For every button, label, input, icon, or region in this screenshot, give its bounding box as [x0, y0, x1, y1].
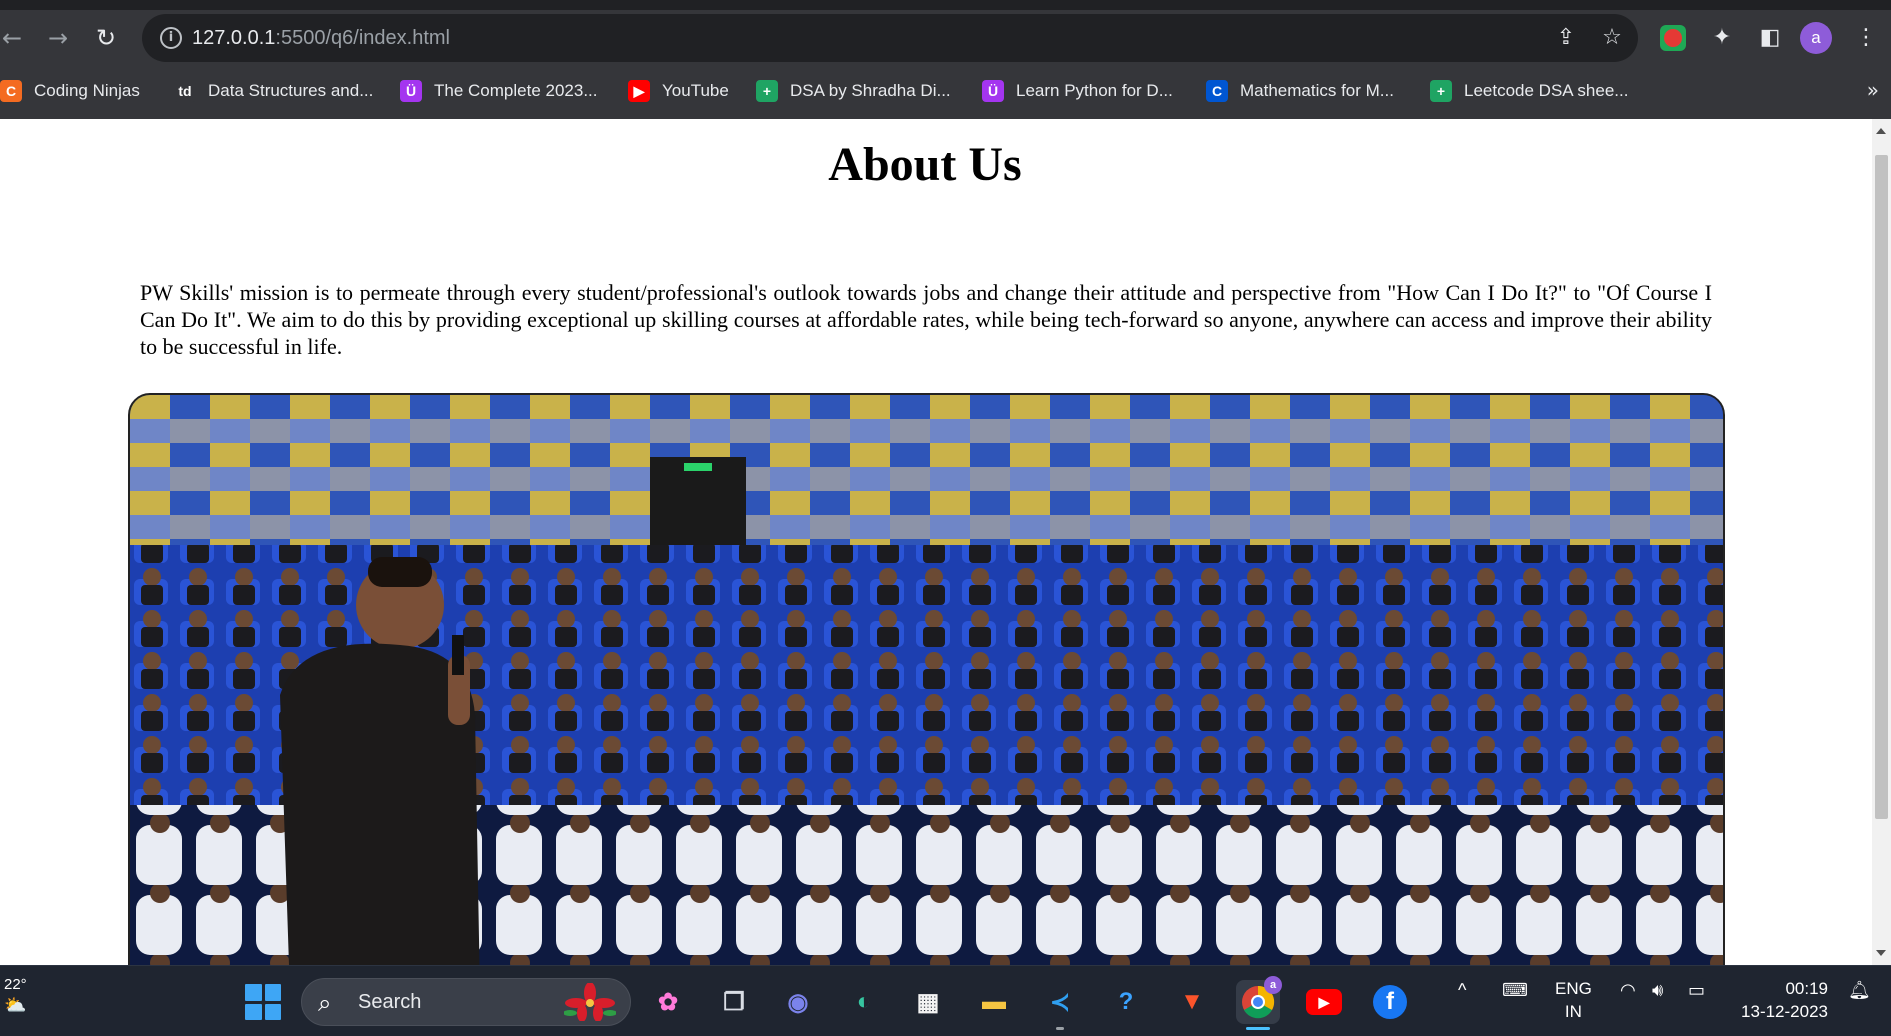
poinsettia-icon: [564, 983, 616, 1021]
task-view-icon[interactable]: ❐: [712, 980, 756, 1024]
bookmark-star-icon[interactable]: ☆: [1598, 24, 1626, 52]
youtube-icon: ▶: [628, 80, 650, 102]
facebook-icon[interactable]: f: [1368, 980, 1412, 1024]
system-clock[interactable]: 00:19 13-12-2023: [1736, 977, 1828, 1023]
bookmark-label: Coding Ninjas: [34, 81, 140, 100]
address-bar[interactable]: i 127.0.0.1:5500/q6/index.html ⇪ ☆: [142, 14, 1638, 62]
page-content: About Us PW Skills' mission is to permea…: [0, 119, 1872, 965]
start-windows-icon[interactable]: [245, 984, 281, 1020]
vertical-scrollbar[interactable]: [1872, 119, 1891, 965]
language-region: IN: [1564, 1002, 1582, 1021]
site-info-icon[interactable]: i: [160, 27, 182, 49]
bookmark-item[interactable]: Ü The Complete 2023...: [400, 78, 597, 104]
bookmark-label: Data Structures and...: [208, 81, 374, 100]
chrome-profile-badge: a: [1264, 976, 1282, 994]
bookmarks-bar: C Coding Ninjas td Data Structures and... Ü T…: [0, 70, 1891, 112]
help-icon[interactable]: ?: [1104, 980, 1148, 1024]
profile-avatar[interactable]: a: [1800, 22, 1832, 54]
browser-chrome: ← → ↻ i 127.0.0.1:5500/q6/index.html ⇪ ☆…: [0, 0, 1891, 119]
page-title: About Us: [828, 138, 1022, 191]
url-host: 127.0.0.1: [192, 27, 276, 49]
clock-date: 13-12-2023: [1741, 1002, 1828, 1021]
url-path: :5500/q6/index.html: [275, 27, 450, 49]
vscode-icon[interactable]: ≺: [1038, 980, 1082, 1030]
scrollbar-thumb[interactable]: [1875, 155, 1888, 819]
bookmark-item[interactable]: + DSA by Shradha Di...: [756, 78, 951, 104]
coursera-icon: C: [1206, 80, 1228, 102]
bookmark-label: Leetcode DSA shee...: [1464, 81, 1629, 100]
language-indicator[interactable]: ENG IN: [1555, 977, 1592, 1023]
battery-icon[interactable]: ▭: [1688, 980, 1705, 1001]
reload-icon[interactable]: ↻: [90, 22, 122, 54]
brave-icon[interactable]: ▼: [1170, 980, 1214, 1024]
extensions-puzzle-icon[interactable]: ✦: [1706, 22, 1738, 54]
weather-temp: 22°: [4, 976, 27, 993]
notification-bell-icon[interactable]: 🔔︎: [1848, 980, 1871, 1001]
windows-taskbar: 22° ⛅ ⌕ Search ✿ ❐ ◉ ◐ ▦ ▬ ≺ ? ▼ a ▶ f ^…: [0, 965, 1891, 1036]
clock-time: 00:19: [1785, 979, 1828, 998]
udemy-icon: Ü: [982, 80, 1004, 102]
weather-widget[interactable]: 22° ⛅: [4, 976, 27, 1016]
teams-chat-icon[interactable]: ◉: [776, 980, 820, 1024]
udemy-icon: Ü: [400, 80, 422, 102]
volume-icon[interactable]: 🔊︎: [1652, 980, 1663, 1001]
bookmark-label: YouTube: [662, 81, 729, 100]
bookmarks-overflow-icon[interactable]: »: [1867, 78, 1879, 102]
tab-strip: [0, 0, 1891, 10]
auditorium-photo-drawing: [130, 395, 1723, 965]
bookmark-item[interactable]: C Coding Ninjas: [0, 78, 140, 104]
search-label: Search: [358, 991, 422, 1013]
auditorium-photo: [128, 393, 1725, 965]
file-explorer-icon[interactable]: ▬: [972, 980, 1016, 1024]
sheets-icon: +: [1430, 80, 1452, 102]
td-icon: td: [174, 80, 196, 102]
youtube-app-icon[interactable]: ▶: [1302, 980, 1346, 1024]
bookmark-label: DSA by Shradha Di...: [790, 81, 951, 100]
browser-toolbar: ← → ↻ i 127.0.0.1:5500/q6/index.html ⇪ ☆…: [0, 10, 1891, 66]
mission-paragraph: PW Skills' mission is to permeate throug…: [140, 280, 1712, 359]
menu-kebab-icon[interactable]: ⋮: [1850, 22, 1882, 54]
bookmark-item[interactable]: td Data Structures and...: [174, 78, 373, 104]
search-icon: ⌕: [318, 989, 332, 1017]
chrome-icon[interactable]: a: [1236, 976, 1282, 1030]
show-hidden-icons-chevron-icon[interactable]: ^: [1458, 980, 1466, 1001]
url-text[interactable]: 127.0.0.1:5500/q6/index.html: [192, 27, 450, 50]
sheets-icon: +: [756, 80, 778, 102]
side-panel-icon[interactable]: ◧: [1754, 22, 1786, 54]
copilot-icon[interactable]: ✿: [646, 980, 690, 1024]
coding-ninjas-icon: C: [0, 80, 22, 102]
share-icon[interactable]: ⇪: [1552, 24, 1580, 52]
scroll-down-arrow-icon[interactable]: [1876, 950, 1886, 956]
edge-icon[interactable]: ◐: [842, 980, 886, 1024]
microsoft-store-icon[interactable]: ▦: [906, 980, 950, 1024]
bookmark-label: Mathematics for M...: [1240, 81, 1394, 100]
bookmark-item[interactable]: ▶ YouTube: [628, 78, 729, 104]
taskbar-search[interactable]: ⌕ Search: [301, 978, 631, 1026]
wifi-icon[interactable]: ◠: [1620, 980, 1636, 1001]
keyboard-icon[interactable]: ⌨: [1502, 980, 1528, 1001]
weather-cloud-sun-icon: ⛅: [4, 995, 27, 1015]
bookmark-item[interactable]: + Leetcode DSA shee...: [1430, 78, 1628, 104]
bookmark-label: Learn Python for D...: [1016, 81, 1173, 100]
language-code: ENG: [1555, 979, 1592, 998]
bookmark-item[interactable]: C Mathematics for M...: [1206, 78, 1394, 104]
back-icon[interactable]: ←: [0, 22, 28, 54]
bookmark-item[interactable]: Ü Learn Python for D...: [982, 78, 1173, 104]
scroll-up-arrow-icon[interactable]: [1876, 128, 1886, 134]
bookmark-label: The Complete 2023...: [434, 81, 598, 100]
forward-icon[interactable]: →: [42, 22, 74, 54]
extension-icon[interactable]: [1660, 25, 1686, 51]
